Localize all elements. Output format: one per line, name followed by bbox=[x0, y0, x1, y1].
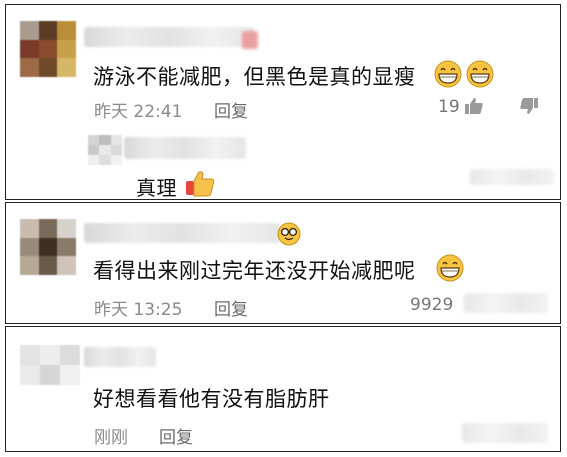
reply-user-avatar[interactable] bbox=[88, 135, 122, 165]
comment-timestamp: 昨天 13:25 bbox=[94, 300, 183, 320]
comment-text: 好想看看他有没有脂肪肝 bbox=[93, 387, 330, 411]
grinning-face-emoji bbox=[466, 60, 494, 88]
reply-text: 真理 bbox=[136, 176, 177, 200]
username-blurred[interactable] bbox=[84, 223, 280, 243]
reply-username-blurred[interactable] bbox=[124, 137, 246, 159]
reply-button[interactable]: 回复 bbox=[214, 97, 248, 122]
comment-card: 游泳不能减肥，但黑色是真的显瘦 昨天 22:41 回复 19 真理 bbox=[5, 4, 561, 200]
comment-timestamp: 昨天 22:41 bbox=[94, 102, 183, 122]
vote-icons-blurred[interactable] bbox=[462, 423, 548, 443]
comment-card: 好想看看他有没有脂肪肝 刚刚 回复 bbox=[5, 326, 561, 452]
reply-thread: 真理 bbox=[88, 129, 558, 199]
comment-text: 看得出来刚过完年还没开始减肥呢 bbox=[93, 259, 416, 283]
nerd-face-emoji bbox=[277, 222, 301, 246]
thumbs-down-icon[interactable] bbox=[519, 96, 539, 116]
user-badge bbox=[242, 31, 258, 49]
username-blurred[interactable] bbox=[84, 27, 254, 47]
comment-timestamp: 刚刚 bbox=[94, 428, 128, 448]
reply-button[interactable]: 回复 bbox=[214, 295, 248, 320]
thumbs-up-icon[interactable] bbox=[464, 96, 484, 116]
like-count: 9929 bbox=[410, 295, 454, 315]
user-avatar[interactable] bbox=[20, 219, 76, 275]
user-avatar[interactable] bbox=[20, 21, 76, 77]
vote-icons-blurred[interactable] bbox=[464, 293, 548, 313]
comment-card: 看得出来刚过完年还没开始减肥呢 昨天 13:25 回复 9929 bbox=[5, 202, 561, 324]
thumbs-up-emoji bbox=[186, 171, 215, 197]
grinning-face-emoji bbox=[436, 254, 464, 282]
user-avatar[interactable] bbox=[20, 345, 80, 385]
comment-text: 游泳不能减肥，但黑色是真的显瘦 bbox=[93, 65, 416, 89]
username-blurred[interactable] bbox=[84, 347, 156, 367]
reply-meta-blurred bbox=[470, 169, 554, 185]
like-count: 19 bbox=[438, 97, 460, 117]
reply-button[interactable]: 回复 bbox=[159, 423, 193, 448]
grinning-face-emoji bbox=[434, 60, 462, 88]
